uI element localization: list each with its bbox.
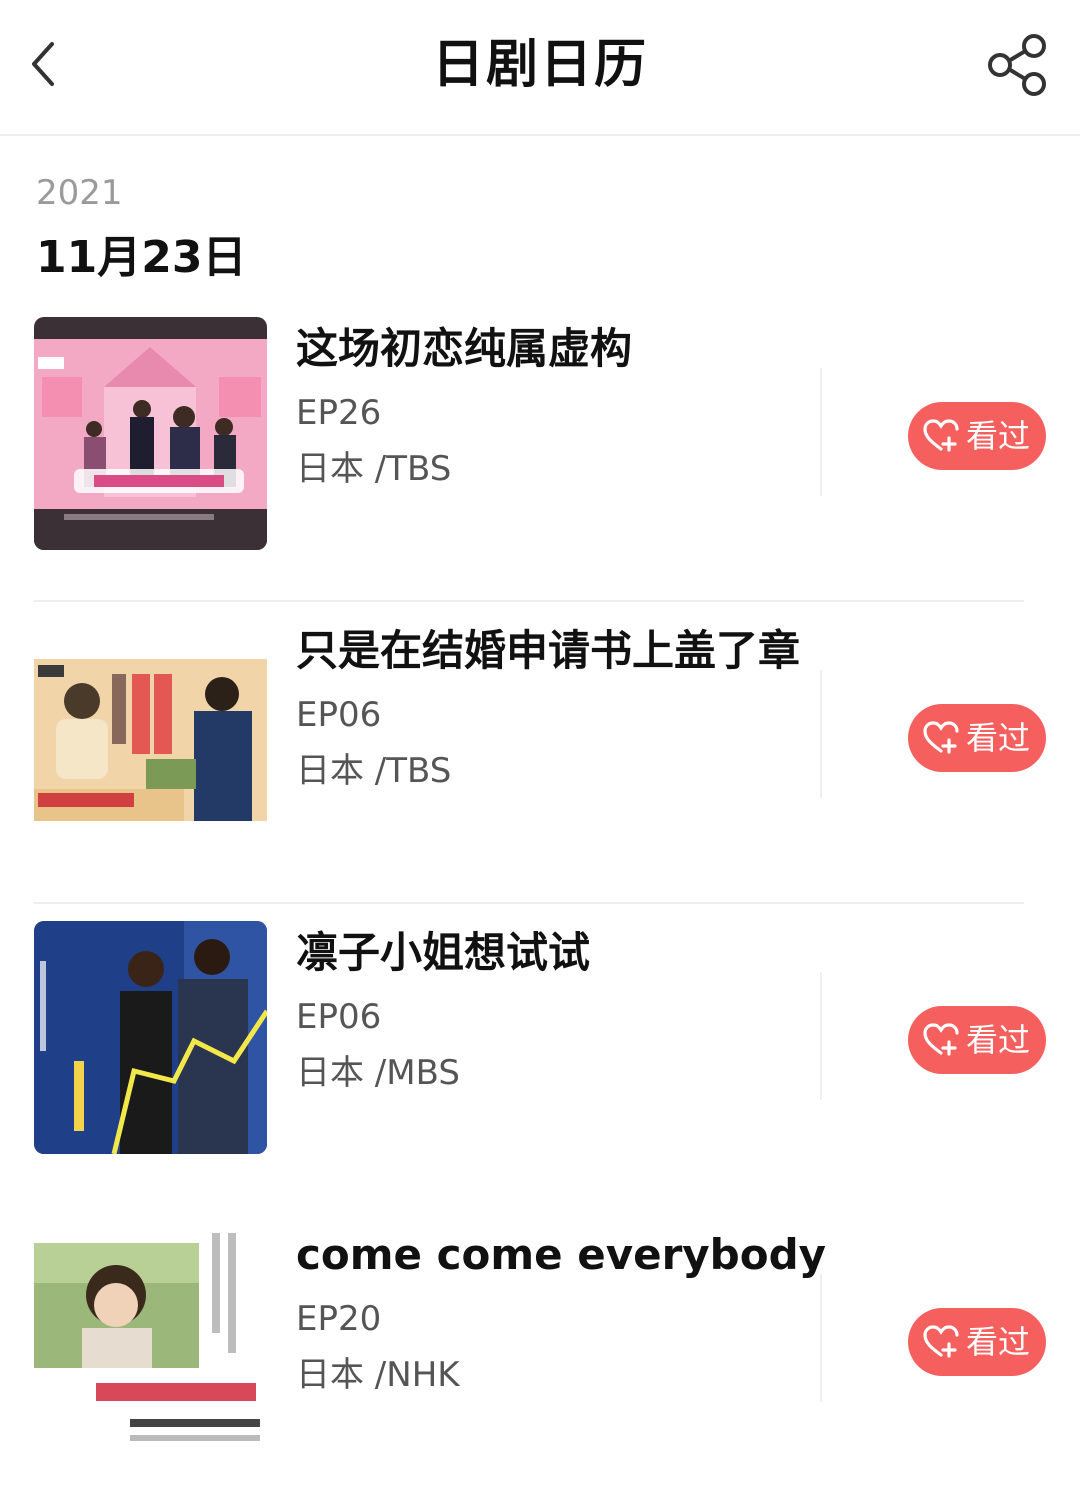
country-network-label: 日本 /TBS xyxy=(296,751,452,791)
drama-title[interactable]: 凛子小姐想试试 xyxy=(296,924,590,982)
poster-image[interactable] xyxy=(34,1223,267,1456)
poster-image[interactable] xyxy=(34,317,267,550)
country-network-label: 日本 /NHK xyxy=(296,1355,460,1395)
watched-button[interactable]: 看过 xyxy=(908,1006,1046,1074)
share-icon xyxy=(988,34,1046,96)
vertical-divider xyxy=(820,1274,822,1402)
vertical-divider xyxy=(820,368,822,496)
heart-plus-icon xyxy=(923,1325,959,1358)
episode-label: EP06 xyxy=(296,997,382,1037)
episode-label: EP20 xyxy=(296,1299,382,1339)
episode-label: EP06 xyxy=(296,695,382,735)
heart-plus-icon xyxy=(923,721,959,754)
top-bar: 日剧日历 xyxy=(0,0,1080,136)
watched-button[interactable]: 看过 xyxy=(908,402,1046,470)
list-item[interactable]: 这场初恋纯属虚构 EP26 日本 /TBS 看过 xyxy=(0,300,1080,602)
poster-image[interactable] xyxy=(34,921,267,1154)
drama-title[interactable]: 这场初恋纯属虚构 xyxy=(296,320,632,378)
vertical-divider xyxy=(820,972,822,1100)
watched-button[interactable]: 看过 xyxy=(908,704,1046,772)
date-heading: 11月23日 xyxy=(36,232,247,283)
watched-button-label: 看过 xyxy=(966,417,1031,455)
country-network-label: 日本 /TBS xyxy=(296,449,452,489)
list-item[interactable]: 凛子小姐想试试 EP06 日本 /MBS 看过 xyxy=(0,904,1080,1206)
list-item[interactable]: 只是在结婚申请书上盖了章 EP06 日本 /TBS 看过 xyxy=(0,602,1080,904)
vertical-divider xyxy=(820,670,822,798)
watched-button[interactable]: 看过 xyxy=(908,1308,1046,1376)
episode-label: EP26 xyxy=(296,393,382,433)
list-item[interactable]: come come everybody EP20 日本 /NHK 看过 xyxy=(0,1206,1080,1508)
watched-button-label: 看过 xyxy=(966,1021,1031,1059)
heart-plus-icon xyxy=(923,419,959,452)
watched-button-label: 看过 xyxy=(966,719,1031,757)
drama-title[interactable]: 只是在结婚申请书上盖了章 xyxy=(296,622,800,680)
drama-list: 这场初恋纯属虚构 EP26 日本 /TBS 看过 只是在结婚申请书上盖了章 EP… xyxy=(0,300,1080,1508)
watched-button-label: 看过 xyxy=(966,1323,1031,1361)
year-label: 2021 xyxy=(36,173,123,213)
page-title: 日剧日历 xyxy=(431,35,648,95)
country-network-label: 日本 /MBS xyxy=(296,1053,460,1093)
drama-title[interactable]: come come everybody xyxy=(296,1226,826,1284)
share-button[interactable] xyxy=(982,32,1052,98)
poster-image[interactable] xyxy=(34,619,267,852)
heart-plus-icon xyxy=(923,1023,959,1056)
